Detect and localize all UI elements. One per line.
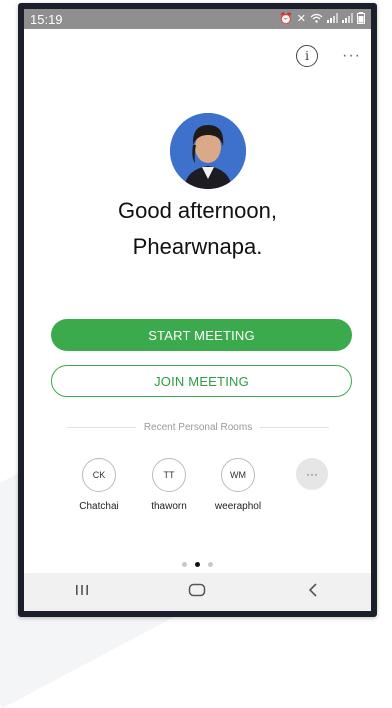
- status-time: 15:19: [30, 11, 63, 27]
- mute-icon: ✕: [296, 12, 306, 25]
- alarm-icon: ⏰: [279, 12, 293, 25]
- phone-frame: 15:19 ⏰ ✕ i ··· Good afternoon, Phearwna…: [18, 3, 377, 617]
- join-meeting-label: JOIN MEETING: [154, 373, 249, 389]
- page-dot-active[interactable]: [195, 562, 200, 567]
- home-icon[interactable]: [167, 583, 227, 602]
- recent-rooms-label: Recent Personal Rooms: [143, 422, 253, 433]
- back-icon[interactable]: [283, 582, 343, 602]
- info-button[interactable]: i: [296, 45, 319, 67]
- room-initials: CK: [92, 470, 106, 480]
- room-item-thaworn[interactable]: TT thaworn: [136, 458, 202, 512]
- more-icon: ···: [342, 47, 361, 64]
- room-name: Chatchai: [79, 501, 119, 512]
- divider: [67, 427, 136, 428]
- join-meeting-button[interactable]: JOIN MEETING: [51, 365, 352, 397]
- page-dot[interactable]: [208, 562, 213, 567]
- start-meeting-label: START MEETING: [148, 327, 255, 343]
- room-avatar: TT: [152, 458, 186, 492]
- recent-rooms-header: Recent Personal Rooms: [67, 422, 330, 433]
- room-initials: WM: [230, 470, 246, 480]
- avatar-photo: [170, 113, 246, 189]
- signal-icon: [327, 12, 338, 26]
- battery-icon: [357, 11, 365, 27]
- signal-icon: [342, 12, 353, 26]
- status-icons: ⏰ ✕: [279, 11, 365, 27]
- divider: [260, 427, 330, 428]
- start-meeting-button[interactable]: START MEETING: [51, 319, 352, 351]
- room-name: thaworn: [151, 501, 187, 512]
- greeting: Good afternoon, Phearwnapa.: [24, 193, 371, 265]
- top-actions: i ···: [296, 45, 361, 67]
- page-indicator: [24, 562, 371, 567]
- more-options-button[interactable]: ···: [342, 47, 361, 65]
- room-item-weeraphol[interactable]: WM weeraphol: [205, 458, 271, 512]
- wifi-icon: [310, 13, 323, 26]
- status-bar: 15:19 ⏰ ✕: [24, 9, 371, 29]
- page-dot[interactable]: [182, 562, 187, 567]
- navigation-bar: [24, 573, 371, 611]
- avatar[interactable]: [170, 113, 246, 189]
- info-icon: i: [305, 49, 309, 63]
- greeting-name: Phearwnapa.: [132, 234, 263, 259]
- room-avatar: CK: [82, 458, 116, 492]
- room-avatar: WM: [221, 458, 255, 492]
- recents-icon[interactable]: [52, 583, 112, 601]
- more-icon: ···: [296, 458, 328, 490]
- more-rooms-label: ···: [306, 467, 318, 481]
- room-name: weeraphol: [214, 501, 262, 512]
- greeting-line-1: Good afternoon,: [117, 198, 277, 223]
- more-rooms-button[interactable]: ···: [279, 458, 345, 490]
- room-initials: TT: [163, 470, 175, 480]
- room-item-chatchai[interactable]: CK Chatchai: [66, 458, 132, 512]
- app-screen: 15:19 ⏰ ✕ i ··· Good afternoon, Phearwna…: [24, 9, 371, 611]
